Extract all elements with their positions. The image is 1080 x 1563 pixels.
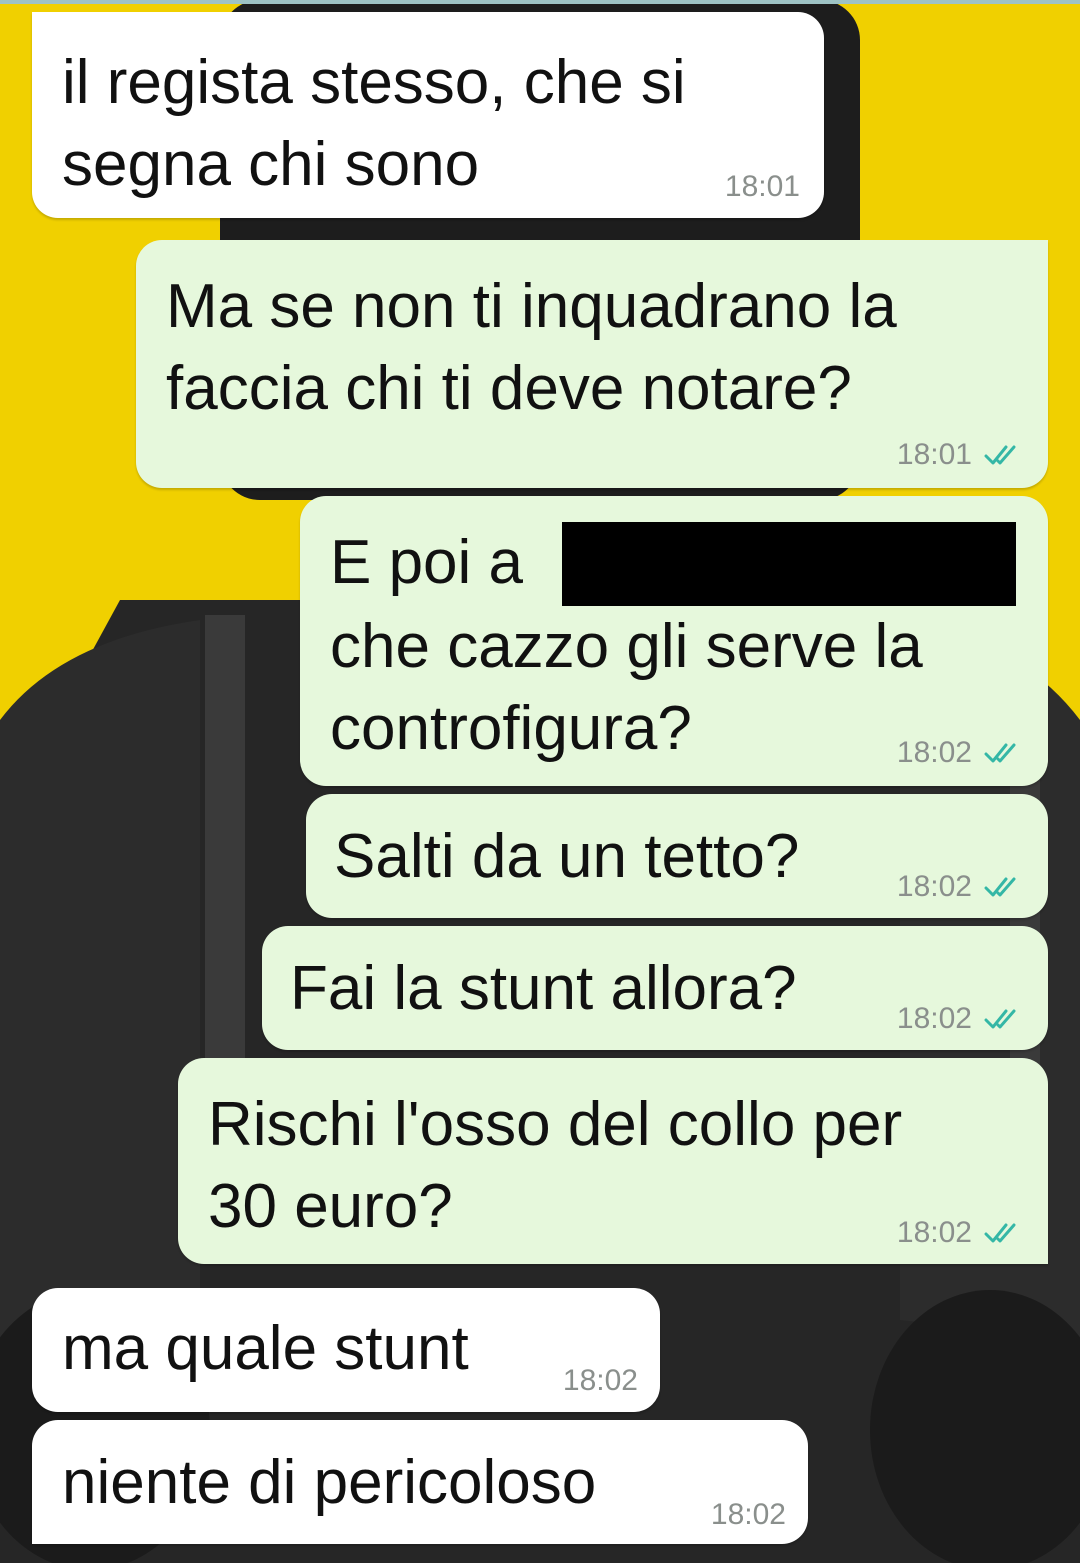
double-check-icon (984, 1009, 1016, 1029)
double-check-icon (984, 877, 1016, 897)
message-meta: 18:01 (897, 438, 1026, 472)
message-text: il regista stesso, che si segna chi sono (62, 48, 686, 199)
message-time: 18:01 (724, 170, 800, 203)
message-meta: 18:02 (897, 1002, 1026, 1036)
message-bubble-outgoing[interactable]: Salti da un tetto? 18:02 (306, 794, 1048, 918)
message-time: 18:02 (896, 870, 972, 903)
redaction-box (562, 522, 1016, 606)
message-time: 18:01 (896, 438, 972, 471)
message-text: Salti da un tetto? (334, 822, 800, 891)
message-meta: 18:02 (897, 1216, 1026, 1250)
message-bubble-incoming[interactable]: il regista stesso, che si segna chi sono… (32, 12, 824, 218)
message-meta: 18:02 (897, 736, 1026, 770)
message-time: 18:02 (562, 1364, 638, 1397)
message-time: 18:02 (896, 736, 972, 769)
message-bubble-outgoing[interactable]: Rischi l'osso del collo per 30 euro? 18:… (178, 1058, 1048, 1264)
top-divider (0, 0, 1080, 4)
message-text: ma quale stunt (62, 1314, 469, 1383)
message-text: Fai la stunt allora? (290, 954, 797, 1023)
message-time: 18:02 (710, 1498, 786, 1531)
message-bubble-outgoing[interactable]: Fai la stunt allora? 18:02 (262, 926, 1048, 1050)
message-bubble-incoming[interactable]: ma quale stunt 18:02 (32, 1288, 660, 1412)
message-text: niente di pericoloso (62, 1448, 597, 1517)
message-text: Rischi l'osso del collo per 30 euro? (208, 1090, 903, 1241)
message-meta: 18:02 (711, 1498, 786, 1532)
message-meta: 18:01 (725, 170, 800, 204)
double-check-icon (984, 445, 1016, 465)
message-bubble-outgoing[interactable]: Ma se non ti inquadrano la faccia chi ti… (136, 240, 1048, 488)
message-meta: 18:02 (563, 1364, 638, 1398)
message-time: 18:02 (896, 1216, 972, 1249)
message-meta: 18:02 (897, 870, 1026, 904)
double-check-icon (984, 1223, 1016, 1243)
message-text: Ma se non ti inquadrano la faccia chi ti… (166, 272, 897, 423)
message-text-after-redaction: che cazzo gli serve la controfigura? (330, 612, 923, 763)
double-check-icon (984, 743, 1016, 763)
message-bubble-outgoing[interactable]: E poi a che cazzo gli serve la controfig… (300, 496, 1048, 786)
message-time: 18:02 (896, 1002, 972, 1035)
message-bubble-incoming[interactable]: niente di pericoloso 18:02 (32, 1420, 808, 1544)
message-text-before-redaction: E poi a (330, 528, 524, 597)
